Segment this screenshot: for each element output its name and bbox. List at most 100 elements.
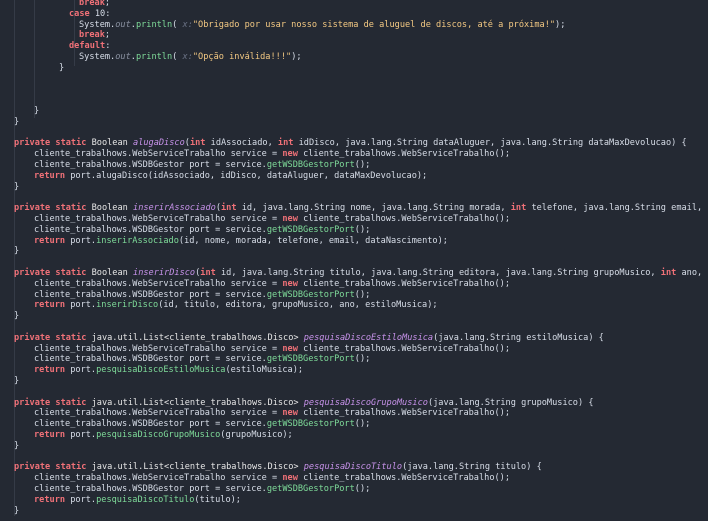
code-token: pesquisaDiscoTitulo bbox=[96, 494, 195, 505]
code-token: out bbox=[115, 52, 131, 62]
code-line[interactable]: private static Boolean alugaDisco(int id… bbox=[14, 138, 687, 149]
code-line[interactable]: System.out.println( x:"Opção inválida!!!… bbox=[79, 52, 302, 63]
code-token: cliente_trabalhows.WebServiceTrabalho(); bbox=[297, 343, 511, 354]
code-token: : bbox=[105, 41, 111, 52]
code-line[interactable]: cliente_trabalhows.WebServiceTrabalho se… bbox=[34, 408, 510, 419]
code-token: private static bbox=[14, 203, 87, 214]
code-token: return bbox=[34, 494, 66, 505]
code-token: ano, java.l bbox=[681, 268, 708, 278]
code-token: cliente_trabalhows.WebServiceTrabalho se… bbox=[34, 214, 283, 224]
code-line[interactable]: case 10: bbox=[69, 9, 110, 20]
code-token: (id, titulo, editora, grupoMusico, ano, … bbox=[158, 300, 438, 311]
code-token: cliente_trabalhows.WSDBGestor port = ser… bbox=[34, 224, 267, 235]
code-token: new bbox=[282, 149, 298, 160]
code-line[interactable]: } bbox=[14, 376, 19, 387]
code-line[interactable]: private static Boolean inserirAssociado(… bbox=[14, 203, 708, 214]
code-token: new bbox=[282, 408, 298, 419]
code-line[interactable]: } bbox=[34, 106, 39, 117]
code-line[interactable]: } bbox=[14, 246, 19, 257]
code-line[interactable]: cliente_trabalhows.WSDBGestor port = ser… bbox=[34, 160, 370, 171]
code-line[interactable]: } bbox=[14, 117, 19, 128]
code-token: cliente_trabalhows.WSDBGestor port = ser… bbox=[34, 419, 267, 430]
code-token: (java.lang.String grupoMusico) { bbox=[427, 397, 594, 408]
code-token: id, java.lang.String titulo, java.lang.S… bbox=[215, 268, 661, 278]
code-token: ; bbox=[104, 30, 111, 41]
code-token: cliente_trabalhows.WebServiceTrabalho se… bbox=[34, 473, 283, 484]
code-token: return bbox=[34, 170, 66, 181]
code-token: (estiloMusica); bbox=[225, 365, 304, 376]
code-token: break bbox=[79, 0, 105, 8]
code-token: new bbox=[282, 278, 298, 289]
code-token: id, java.lang.String nome, java.lang.Str… bbox=[236, 203, 511, 214]
code-token: } bbox=[14, 376, 20, 386]
code-token: cliente_trabalhows.WebServiceTrabalho(); bbox=[297, 473, 511, 484]
code-line[interactable]: private static java.util.List<cliente_tr… bbox=[14, 462, 542, 473]
code-line[interactable]: cliente_trabalhows.WebServiceTrabalho se… bbox=[34, 279, 510, 290]
code-token: cliente_trabalhows.WebServiceTrabalho se… bbox=[34, 343, 283, 354]
code-line[interactable]: } bbox=[59, 63, 64, 74]
code-token: (titulo); bbox=[194, 494, 241, 505]
code-line[interactable]: cliente_trabalhows.WSDBGestor port = ser… bbox=[34, 225, 370, 236]
code-token: inserirDisco bbox=[96, 300, 159, 311]
code-line[interactable]: cliente_trabalhows.WSDBGestor port = ser… bbox=[34, 290, 370, 301]
code-token: cliente_trabalhows.WSDBGestor port = ser… bbox=[34, 484, 267, 494]
code-token: return bbox=[34, 365, 66, 376]
code-line[interactable]: cliente_trabalhows.WebServiceTrabalho se… bbox=[34, 473, 510, 484]
code-line[interactable]: return port.pesquisaDiscoTitulo(titulo); bbox=[34, 495, 241, 506]
code-token: (); bbox=[354, 354, 371, 365]
code-token: (grupoMusico); bbox=[220, 430, 293, 440]
code-line[interactable]: } bbox=[14, 182, 19, 193]
code-line[interactable]: private static java.util.List<cliente_tr… bbox=[14, 333, 604, 344]
code-token: cliente_trabalhows.WebServiceTrabalho(); bbox=[297, 278, 511, 289]
code-token: (); bbox=[354, 484, 371, 494]
code-line[interactable]: } bbox=[14, 311, 19, 322]
code-token: cliente_trabalhows.WebServiceTrabalho se… bbox=[34, 408, 283, 419]
indent-guide bbox=[34, 0, 35, 118]
code-line[interactable]: return port.inserirDisco(id, titulo, edi… bbox=[34, 300, 438, 311]
code-token: ); bbox=[291, 52, 302, 62]
code-token: cliente_trabalhows.WSDBGestor port = ser… bbox=[34, 289, 267, 300]
code-token: Boolean bbox=[86, 203, 134, 214]
code-token: cliente_trabalhows.WebServiceTrabalho(); bbox=[297, 149, 511, 160]
code-token: idDisco, java.lang.String dataAluguer, j… bbox=[293, 138, 687, 149]
code-line[interactable]: System.out.println( x:"Obrigado por usar… bbox=[79, 20, 565, 31]
code-token: "Opção inválida!!!" bbox=[192, 52, 292, 62]
code-token: } bbox=[14, 440, 20, 451]
code-token: x: bbox=[182, 19, 193, 30]
code-token: ( bbox=[172, 52, 183, 62]
code-line[interactable]: } bbox=[14, 506, 19, 517]
code-token: return bbox=[34, 300, 66, 311]
code-line[interactable]: cliente_trabalhows.WSDBGestor port = ser… bbox=[34, 484, 370, 495]
code-line[interactable]: private static java.util.List<cliente_tr… bbox=[14, 398, 594, 409]
code-token: System. bbox=[79, 52, 116, 62]
code-token: println bbox=[135, 19, 173, 30]
code-line[interactable]: cliente_trabalhows.WebServiceTrabalho se… bbox=[34, 344, 510, 355]
code-line[interactable]: cliente_trabalhows.WSDBGestor port = ser… bbox=[34, 354, 370, 365]
code-token: private static bbox=[14, 268, 87, 278]
code-token: cliente_trabalhows.WSDBGestor port = ser… bbox=[34, 354, 267, 365]
code-token: out bbox=[115, 19, 131, 30]
code-line[interactable]: private static Boolean inserirDisco(int … bbox=[14, 268, 708, 279]
code-token: x: bbox=[182, 52, 193, 62]
code-editor[interactable]: break; case 10: System.out.println( x:"Obr… bbox=[0, 0, 708, 521]
code-line[interactable]: } bbox=[14, 441, 19, 452]
code-line[interactable]: return port.pesquisaDiscoEstiloMusica(es… bbox=[34, 365, 303, 376]
code-token: private static bbox=[14, 397, 87, 408]
code-line[interactable]: cliente_trabalhows.WebServiceTrabalho se… bbox=[34, 149, 510, 160]
code-line[interactable]: default: bbox=[69, 41, 110, 52]
code-line[interactable]: break; bbox=[79, 0, 110, 9]
code-line[interactable]: cliente_trabalhows.WebServiceTrabalho se… bbox=[34, 214, 510, 225]
code-token: int bbox=[221, 203, 237, 214]
code-line[interactable]: cliente_trabalhows.WSDBGestor port = ser… bbox=[34, 419, 370, 430]
code-line[interactable]: return port.pesquisaDiscoGrupoMusico(gru… bbox=[34, 430, 293, 441]
code-token: "Obrigado por usar nosso sistema de alug… bbox=[192, 19, 556, 30]
code-token: int bbox=[200, 268, 216, 278]
code-line[interactable]: break; bbox=[79, 30, 110, 41]
code-token: idAssociado, bbox=[205, 138, 278, 149]
code-token: Boolean bbox=[86, 268, 134, 278]
code-token: pesquisaDiscoEstiloMusica bbox=[303, 332, 434, 343]
code-line[interactable]: return port.inserirAssociado(id, nome, m… bbox=[34, 236, 448, 247]
code-line[interactable]: return port.alugaDisco(idAssociado, idDi… bbox=[34, 171, 427, 182]
code-token: return bbox=[34, 430, 66, 440]
code-token: new bbox=[282, 214, 298, 224]
